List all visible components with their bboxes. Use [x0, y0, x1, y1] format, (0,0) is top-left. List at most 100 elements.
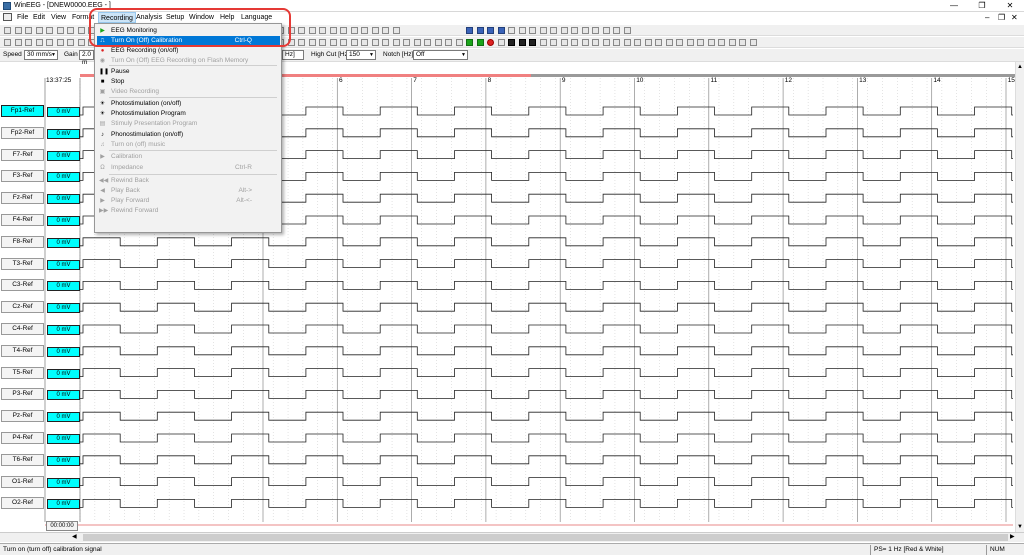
toolbar-icon[interactable] [434, 39, 442, 46]
recording-menu-item[interactable]: ▶ Play Forward Alt-<- [97, 196, 280, 206]
new-file-icon[interactable] [508, 27, 515, 34]
toolbar-icon[interactable] [550, 39, 557, 46]
toolbar-icon[interactable] [56, 39, 64, 46]
restore-button[interactable]: ❐ [968, 0, 996, 12]
copy-icon[interactable] [46, 27, 53, 34]
open-icon[interactable] [350, 27, 358, 34]
toolbar-icon[interactable] [602, 39, 610, 46]
undo-icon[interactable] [67, 27, 74, 34]
find-icon[interactable] [592, 27, 599, 34]
toolbar-icon[interactable] [14, 39, 22, 46]
menu-file[interactable]: File [15, 12, 30, 23]
toolbar-icon[interactable] [571, 39, 578, 46]
zoom-icon[interactable] [602, 27, 610, 34]
toolbar-icon[interactable] [424, 39, 431, 46]
notch-select[interactable]: Off ▼ [413, 50, 468, 60]
toolbar-icon[interactable] [739, 39, 746, 46]
toolbar-icon[interactable] [697, 39, 704, 46]
toolbar-icon[interactable] [539, 39, 547, 46]
channel-label[interactable]: C4-Ref [1, 323, 44, 335]
close-button[interactable]: ✕ [996, 0, 1024, 12]
stop-icon[interactable] [508, 39, 515, 46]
recording-menu-item[interactable]: ■ Stop [97, 77, 280, 87]
toolbar-icon[interactable] [445, 39, 452, 46]
paste-icon[interactable] [560, 27, 568, 34]
toolbar-icon[interactable] [35, 39, 43, 46]
toolbar-icon[interactable] [592, 39, 599, 46]
cut-icon[interactable] [77, 27, 85, 34]
recording-menu-item[interactable]: ♪ Phonostimulation (on/off) [97, 130, 280, 140]
cut-icon[interactable] [581, 27, 589, 34]
new-file-icon[interactable] [4, 27, 11, 34]
toolbar-icon[interactable] [497, 39, 505, 46]
paste-icon[interactable] [392, 27, 400, 34]
toolbar-icon[interactable] [613, 39, 620, 46]
recording-menu-item[interactable]: ◀◀ Rewind Back [97, 176, 280, 186]
toolbar-icon[interactable] [298, 39, 305, 46]
marker-icon[interactable] [466, 27, 473, 34]
open-icon[interactable] [518, 27, 526, 34]
toolbar-icon[interactable] [455, 39, 463, 46]
toolbar-icon[interactable] [413, 39, 421, 46]
grid-icon[interactable] [487, 27, 494, 34]
play-icon[interactable] [476, 39, 484, 46]
toolbar-icon[interactable] [655, 39, 662, 46]
print-icon[interactable] [539, 27, 547, 34]
copy-icon[interactable] [382, 27, 389, 34]
channel-label[interactable]: Pz-Ref [1, 410, 44, 423]
gain-select[interactable]: 2.0 m [79, 50, 94, 66]
channel-label[interactable]: T4-Ref [1, 344, 44, 357]
recording-menu-item[interactable]: ❚❚ Pause [97, 67, 280, 77]
table-icon[interactable] [497, 27, 505, 34]
paste-icon[interactable] [56, 27, 64, 34]
montage-icon[interactable] [613, 27, 620, 34]
toolbar-icon[interactable] [560, 39, 568, 46]
vertical-scrollbar[interactable]: ▲ ▼ [1015, 62, 1024, 532]
toolbar-icon[interactable] [686, 39, 694, 46]
document-icon[interactable] [3, 13, 12, 21]
ruler-icon[interactable] [308, 27, 316, 34]
mdi-close-button[interactable]: ✕ [1011, 12, 1018, 23]
channel-label[interactable]: T3-Ref [1, 257, 44, 270]
table-icon[interactable] [329, 27, 337, 34]
toolbar-icon[interactable] [623, 39, 631, 46]
mdi-restore-button[interactable]: ❐ [998, 12, 1005, 23]
channel-label[interactable]: P4-Ref [1, 432, 44, 444]
lowcut-select[interactable]: Hz] [282, 50, 304, 60]
recording-menu-item[interactable]: ▤ Stimuly Presentation Program [97, 119, 280, 129]
toolbar-icon[interactable] [634, 39, 641, 46]
toolbar-icon[interactable] [67, 39, 74, 46]
toolbar-icon[interactable] [749, 39, 757, 46]
toolbar-icon[interactable] [718, 39, 725, 46]
toolbar-icon[interactable] [308, 39, 316, 46]
toolbar-icon[interactable] [371, 39, 379, 46]
menu-edit[interactable]: Edit [31, 12, 47, 23]
recording-menu-item[interactable]: ♫ Turn on (off) music [97, 140, 280, 150]
toolbar-icon[interactable] [361, 39, 368, 46]
toolbar-icon[interactable] [728, 39, 736, 46]
scroll-left-icon[interactable]: ◀ [72, 533, 77, 540]
highcut-select[interactable]: 150 ▼ [346, 50, 376, 60]
channel-label[interactable]: O1-Ref [1, 475, 44, 488]
ruler-icon[interactable] [476, 27, 484, 34]
print-icon[interactable] [371, 27, 379, 34]
toolbar-icon[interactable] [707, 39, 715, 46]
toolbar-icon[interactable] [329, 39, 337, 46]
toolbar-icon[interactable] [644, 39, 652, 46]
undo-icon[interactable] [571, 27, 578, 34]
save-icon[interactable] [361, 27, 368, 34]
toolbar-icon[interactable] [392, 39, 400, 46]
toolbar-icon[interactable] [665, 39, 673, 46]
save-icon[interactable] [25, 27, 32, 34]
toolbar-icon[interactable] [25, 39, 32, 46]
toolbar-icon[interactable] [319, 39, 326, 46]
minimize-button[interactable]: — [940, 0, 968, 12]
print-icon[interactable] [35, 27, 43, 34]
toolbar-icon[interactable] [77, 39, 85, 46]
toolbar-icon[interactable] [403, 39, 410, 46]
channel-label[interactable]: F8-Ref [1, 235, 44, 248]
scroll-down-icon[interactable]: ▼ [1017, 524, 1023, 530]
recording-menu-item[interactable]: ▶ Calibration [97, 152, 280, 162]
new-file-icon[interactable] [340, 27, 347, 34]
toolbar-icon[interactable] [4, 39, 11, 46]
